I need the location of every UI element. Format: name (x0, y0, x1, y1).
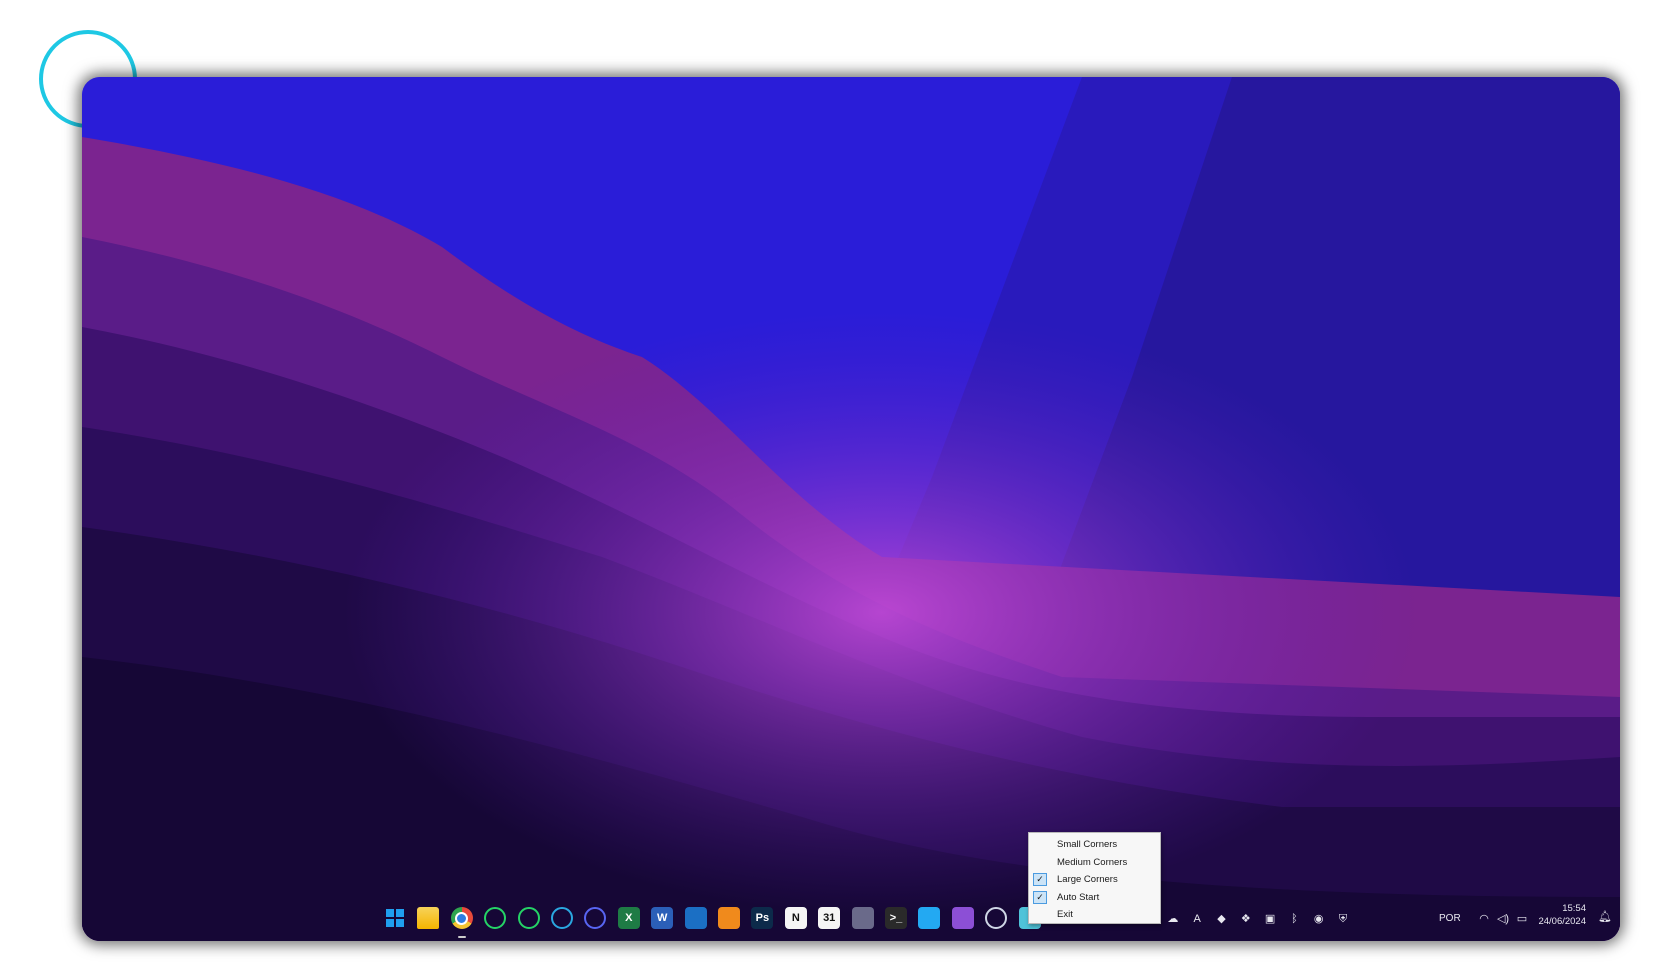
calendar-glyph: 31 (823, 912, 836, 924)
checkmark-icon: ✓ (1033, 890, 1047, 904)
photo-icon[interactable]: ▣ (1262, 912, 1278, 926)
menu-item-large-corners[interactable]: ✓ Large Corners (1029, 871, 1160, 889)
file-explorer-icon[interactable] (417, 907, 440, 929)
menu-item-label: Medium Corners (1057, 856, 1128, 868)
word-icon[interactable]: W (651, 907, 674, 929)
onedrive-icon[interactable]: ☁ (1165, 912, 1181, 926)
input-language-indicator[interactable]: POR (1439, 913, 1461, 924)
clock-time: 15:54 (1562, 903, 1586, 914)
menu-item-label: Small Corners (1057, 839, 1118, 850)
menu-item-small-corners[interactable]: ✓ Small Corners (1029, 836, 1160, 854)
bluetooth-icon[interactable]: ᛒ (1286, 912, 1302, 926)
visual-studio-icon[interactable] (951, 907, 974, 929)
photoshop-glyph: Ps (755, 912, 770, 924)
whatsapp-icon[interactable] (484, 907, 507, 929)
settings-icon[interactable] (985, 907, 1008, 929)
menu-item-label: Large Corners (1057, 874, 1118, 886)
menu-item-auto-start[interactable]: ✓ Auto Start (1029, 889, 1160, 907)
notion-icon[interactable]: N (784, 907, 807, 929)
telegram-icon[interactable] (551, 907, 573, 929)
start-icon[interactable] (384, 907, 406, 929)
notification-bell-icon[interactable]: 🔔︎ (1598, 911, 1612, 923)
recycle-icon[interactable]: ◉ (1311, 912, 1327, 926)
menu-item-exit[interactable]: ✓ Exit (1029, 906, 1160, 924)
chrome-icon[interactable] (450, 907, 473, 929)
font-a-icon[interactable]: A (1189, 912, 1205, 926)
tray-context-menu: ✓ Small Corners ✓ Medium Corners ✓ Large… (1028, 832, 1161, 924)
calendar-icon[interactable]: 31 (818, 907, 841, 929)
tag-icon[interactable]: ◆ (1214, 912, 1230, 926)
word-glyph: W (656, 912, 668, 924)
terminal-glyph: >_ (889, 912, 903, 924)
whatsapp-business-icon[interactable] (517, 907, 540, 929)
menu-item-label: Auto Start (1057, 891, 1100, 903)
desktop-wallpaper (82, 77, 1620, 941)
clock-date: 24/06/2024 (1538, 916, 1586, 927)
photoshop-icon[interactable]: Ps (751, 907, 774, 929)
blender-icon[interactable] (718, 907, 740, 929)
clock[interactable]: 15:54 24/06/2024 (1538, 902, 1586, 928)
taskbar: XWPsN31>_ ▮B✂☁A◆❖▣ᛒ◉⛨ POR ◠◁)▭ 15:54 24/… (82, 893, 1620, 941)
vscode-icon[interactable] (918, 907, 941, 929)
active-app-indicator (457, 936, 466, 938)
shield-icon[interactable]: ⛨ (1335, 912, 1351, 926)
battery-icon: ▭ (1516, 913, 1528, 925)
calculator-icon[interactable] (851, 907, 874, 929)
excel-glyph: X (625, 912, 633, 924)
wifi-icon: ◠ (1479, 913, 1489, 925)
terminal-icon[interactable]: >_ (885, 907, 907, 929)
discord-icon[interactable] (584, 907, 607, 929)
desktop-screen: XWPsN31>_ ▮B✂☁A◆❖▣ᛒ◉⛨ POR ◠◁)▭ 15:54 24/… (82, 77, 1620, 941)
volume-icon: ◁) (1496, 913, 1510, 925)
sketchup-icon[interactable] (684, 907, 707, 929)
menu-item-label: Exit (1057, 909, 1073, 921)
notion-glyph: N (791, 912, 800, 924)
excel-icon[interactable]: X (617, 907, 640, 929)
checkmark-icon: ✓ (1033, 873, 1047, 887)
dropbox-icon[interactable]: ❖ (1238, 912, 1254, 926)
menu-item-medium-corners[interactable]: ✓ Medium Corners (1029, 854, 1160, 872)
